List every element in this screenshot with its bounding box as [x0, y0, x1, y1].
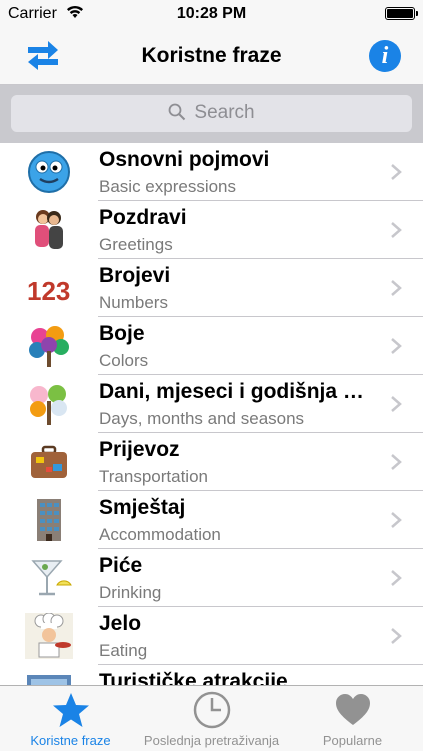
status-bar: Carrier 10:28 PM [0, 0, 423, 28]
row-subtitle: Days, months and seasons [99, 409, 305, 428]
attraction-icon [27, 675, 71, 685]
search-bar: Search [0, 85, 423, 143]
tab-koristne-fraze[interactable]: Koristne fraze [0, 686, 141, 751]
row-title: Jelo [99, 612, 142, 635]
row-subtitle: Greetings [99, 235, 173, 254]
row-title: Brojevi [99, 264, 171, 287]
suitcase-icon [31, 445, 67, 478]
list-item[interactable]: Jelo Eating [0, 607, 423, 665]
phrase-category-list: Osnovni pojmovi Basic expressions Pozdra… [0, 143, 423, 685]
list-item[interactable]: Boje Colors [0, 317, 423, 375]
chevron-right-icon [391, 628, 402, 644]
page-title: Koristne fraze [141, 44, 282, 67]
chevron-right-icon [391, 280, 402, 296]
row-subtitle: Transportation [99, 467, 208, 486]
clock-icon [193, 691, 230, 729]
search-icon [168, 103, 186, 121]
tab-label: Koristne fraze [30, 733, 111, 748]
chef-icon [25, 613, 73, 659]
list-item[interactable]: Turističke atrakcije [0, 665, 423, 685]
search-input[interactable]: Search [11, 95, 412, 132]
tab-label: Popularne [322, 733, 383, 748]
chevron-right-icon [391, 570, 402, 586]
row-title: Turističke atrakcije [99, 670, 288, 685]
svg-text:123: 123 [27, 276, 70, 306]
row-title: Smještaj [99, 496, 186, 519]
row-title: Boje [99, 322, 145, 345]
chevron-right-icon [391, 396, 402, 412]
tab-popularne[interactable]: Popularne [282, 686, 423, 751]
search-placeholder: Search [194, 102, 255, 123]
colorful-tree-icon [29, 326, 69, 367]
row-title: Piće [99, 554, 143, 577]
numbers-123-icon: 123 [27, 276, 70, 306]
row-subtitle: Accommodation [99, 525, 221, 544]
row-subtitle: Drinking [99, 583, 162, 602]
star-icon [52, 693, 89, 727]
row-subtitle: Eating [99, 641, 148, 660]
chevron-right-icon [391, 164, 402, 180]
row-title: Prijevoz [99, 438, 180, 461]
list-item[interactable]: Piće Drinking [0, 549, 423, 607]
row-title: Dani, mjeseci i godišnja doba [99, 380, 374, 403]
list-item[interactable]: 123 Brojevi Numbers [0, 259, 423, 317]
chevron-right-icon [391, 222, 402, 238]
list-item[interactable]: Pozdravi Greetings [0, 201, 423, 259]
clock-time: 10:28 PM [176, 5, 247, 22]
row-subtitle: Numbers [99, 293, 168, 312]
cocktail-icon [31, 560, 72, 596]
heart-icon [335, 694, 370, 725]
tab-label: Poslednja pretraživanja [143, 733, 280, 748]
tab-poslednja-pretrazivanja[interactable]: Poslednja pretraživanja [141, 686, 282, 751]
chevron-right-icon [391, 338, 402, 354]
seasons-tree-icon [30, 385, 67, 425]
hugging-people-icon [35, 210, 63, 249]
navigation-bar: Koristne fraze i [0, 28, 423, 85]
row-subtitle: Basic expressions [99, 177, 237, 196]
list-item[interactable]: Smještaj Accommodation [0, 491, 423, 549]
list-item[interactable]: Dani, mjeseci i godišnja doba Days, mont… [0, 375, 423, 433]
row-title: Osnovni pojmovi [99, 148, 270, 171]
list-item[interactable]: Osnovni pojmovi Basic expressions [0, 143, 423, 201]
chevron-right-icon [391, 454, 402, 470]
smiley-face-icon [28, 151, 70, 193]
chevron-right-icon [391, 512, 402, 528]
row-title: Pozdravi [99, 206, 187, 229]
hotel-building-icon [37, 499, 61, 541]
info-button[interactable]: i [369, 40, 401, 72]
battery-icon [385, 7, 418, 20]
list-item[interactable]: Prijevoz Transportation [0, 433, 423, 491]
row-subtitle: Colors [99, 351, 149, 370]
tab-bar: Koristne fraze Poslednja pretraživanja P… [0, 685, 423, 751]
